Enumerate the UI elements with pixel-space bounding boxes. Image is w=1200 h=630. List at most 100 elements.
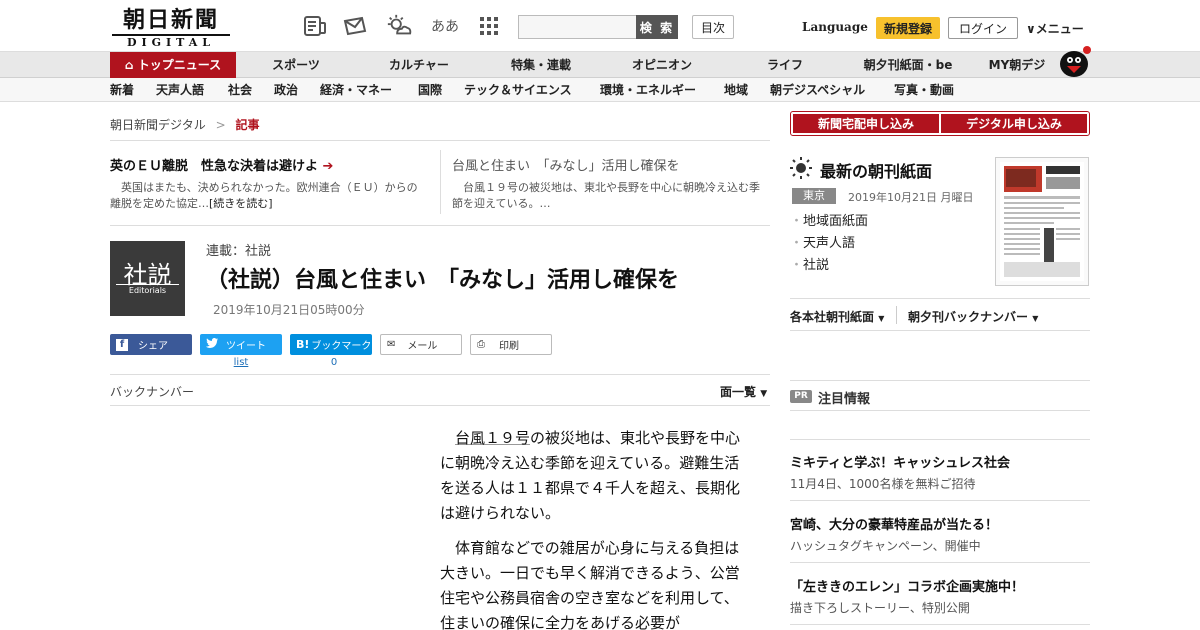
mascot-icon xyxy=(1058,44,1092,78)
menu-button[interactable]: ∨メニュー xyxy=(1026,20,1084,37)
twitter-share-button[interactable]: ツイート xyxy=(200,334,282,355)
nav2-new[interactable]: 新着 xyxy=(110,78,134,102)
nav-paper[interactable]: 朝夕刊紙面・be xyxy=(856,52,960,78)
paper-date: 2019年10月21日 月曜日 xyxy=(848,191,974,204)
nav-my-asahi[interactable]: MY朝デジ xyxy=(980,52,1054,78)
index-dropdown[interactable]: 面一覧 ▼ xyxy=(720,383,767,400)
envelope-icon: ✉ xyxy=(387,339,396,350)
nav2-special[interactable]: 朝デジスペシャル xyxy=(770,78,865,102)
twitter-count[interactable]: list xyxy=(200,357,282,368)
nav2-environment[interactable]: 環境・エネルギー xyxy=(600,78,696,102)
weather-icon[interactable] xyxy=(386,14,412,38)
related-article-1[interactable]: 英のＥＵ離脱 性急な決着は避けよ ➔ 英国はまたも、決められなかった。欧州連合（… xyxy=(110,155,428,212)
sun-icon xyxy=(790,157,812,179)
divider xyxy=(790,562,1090,563)
search-button[interactable]: 検 索 xyxy=(636,15,678,39)
menu-label: メニュー xyxy=(1035,22,1084,36)
logo-english: DIGITAL xyxy=(112,34,230,50)
related-article-2[interactable]: 台風と住まい 「みなし」活用し確保を 台風１９号の被災地は、東北や長野を中心に朝… xyxy=(452,155,770,212)
hatena-count: 0 xyxy=(330,357,338,368)
newspaper-subscribe-button[interactable]: 新聞宅配申し込み xyxy=(792,113,940,134)
arrow-right-icon: ➔ xyxy=(322,159,334,174)
article-date: 2019年10月21日05時00分 xyxy=(213,303,365,317)
paragraph: 体育館などでの雑居が心身に与える負担は大きい。一日でも早く解消できるよう、公営住… xyxy=(440,539,740,630)
mail-icon[interactable] xyxy=(342,14,368,38)
login-button[interactable]: ログイン xyxy=(948,17,1018,39)
print-button[interactable]: ⎙ 印刷 xyxy=(470,334,552,355)
share-label: シェア xyxy=(138,341,168,352)
series-label[interactable]: 連載：社説 xyxy=(206,240,271,259)
breadcrumb: 朝日新聞デジタル > 記事 xyxy=(110,116,260,133)
related-title: 台風と住まい 「みなし」活用し確保を xyxy=(452,159,680,174)
share-label: 印刷 xyxy=(499,341,519,352)
backnumber-link[interactable]: バックナンバー xyxy=(110,383,194,400)
pr-item-title: 「左ききのエレン」コラボ企画実施中！ xyxy=(790,580,1025,595)
search-input[interactable] xyxy=(518,15,638,39)
pr-title: 注目情報 xyxy=(818,392,871,407)
divider xyxy=(110,405,770,406)
caret-down-icon: ▼ xyxy=(878,314,885,323)
pr-item[interactable]: 「左ききのエレン」コラボ企画実施中！ 描き下ろしストーリー、特別公開 xyxy=(790,576,1090,616)
divider xyxy=(790,410,1090,411)
font-size-icon[interactable]: ああ xyxy=(430,14,460,38)
facebook-icon: f xyxy=(116,338,128,351)
paper-links: 地域面紙面 天声人語 社説 xyxy=(790,211,868,277)
caret-down-icon: ▼ xyxy=(1032,314,1039,323)
newspaper-thumbnail[interactable] xyxy=(995,157,1089,286)
site-logo[interactable]: 朝日新聞 DIGITAL xyxy=(112,8,230,50)
pr-item[interactable]: 宮崎、大分の豪華特産品が当たる！ ハッシュタグキャンペーン、開催中 xyxy=(790,514,1090,554)
read-more-link[interactable]: [続きを読む] xyxy=(209,197,273,210)
digital-subscribe-button[interactable]: デジタル申し込み xyxy=(940,113,1088,134)
article-body: 台風１９号の被災地は、東北や長野を中心に朝晩冷え込む季節を迎えている。避難生活を… xyxy=(440,426,746,630)
nav2-economy[interactable]: 経済・マネー xyxy=(320,78,392,102)
divider xyxy=(790,380,1090,381)
nav2-photo[interactable]: 写真・動画 xyxy=(894,78,954,102)
nav-opinion[interactable]: オピニオン xyxy=(620,52,704,78)
typhoon-link[interactable]: 台風１９号 xyxy=(455,429,530,447)
nav2-tech[interactable]: テック＆サイエンス xyxy=(464,78,572,102)
nav2-international[interactable]: 国際 xyxy=(418,78,442,102)
pr-item-title: 宮崎、大分の豪華特産品が当たる！ xyxy=(790,518,999,533)
facebook-share-button[interactable]: f シェア xyxy=(110,334,192,355)
breadcrumb-home[interactable]: 朝日新聞デジタル xyxy=(110,118,206,132)
paper-link-tensei[interactable]: 天声人語 xyxy=(790,233,868,255)
backnumber-dropdown[interactable]: 朝夕刊バックナンバー ▼ xyxy=(908,308,1038,325)
paper-link-editorial[interactable]: 社説 xyxy=(790,255,868,277)
pr-item[interactable]: ミキティと学ぶ！キャッシュレス社会 11月4日、1000名様を無料ご招待 xyxy=(790,452,1090,492)
nav2-region[interactable]: 地域 xyxy=(724,78,748,102)
dropdown-label: 各本社朝刊紙面 xyxy=(790,310,875,324)
share-label: メール xyxy=(407,341,438,352)
hatena-bookmark-button[interactable]: B! ブックマーク xyxy=(290,334,372,355)
divider xyxy=(790,298,1090,299)
breadcrumb-separator: > xyxy=(215,118,226,132)
nav-label: トップニュース xyxy=(137,58,222,72)
editorial-thumbnail: 社説 Editorials xyxy=(110,241,185,316)
paper-link-local[interactable]: 地域面紙面 xyxy=(790,211,868,233)
divider xyxy=(790,439,1090,440)
divider xyxy=(110,225,770,226)
caret-down-icon: ▼ xyxy=(760,389,768,399)
divider xyxy=(110,140,770,141)
chevron-down-icon: ∨ xyxy=(1026,22,1036,36)
pr-item-title: ミキティと学ぶ！キャッシュレス社会 xyxy=(790,456,1010,471)
nav2-society[interactable]: 社会 xyxy=(228,78,252,102)
nav-culture[interactable]: カルチャー xyxy=(374,52,464,78)
apps-grid-icon[interactable] xyxy=(476,14,502,38)
nav-features[interactable]: 特集・連載 xyxy=(500,52,582,78)
newspaper-icon[interactable] xyxy=(302,14,328,38)
signup-button[interactable]: 新規登録 xyxy=(876,17,940,39)
language-link[interactable]: Language xyxy=(802,20,868,34)
nav-sports[interactable]: スポーツ xyxy=(256,52,336,78)
nav2-tensei[interactable]: 天声人語 xyxy=(156,78,204,102)
pr-badge: PR xyxy=(790,390,812,403)
article-title: （社説）台風と住まい 「みなし」活用し確保を xyxy=(206,268,680,293)
nav2-politics[interactable]: 政治 xyxy=(274,78,298,102)
nav-life[interactable]: ライフ xyxy=(752,52,818,78)
related-title: 英のＥＵ離脱 性急な決着は避けよ xyxy=(110,159,319,174)
regional-paper-dropdown[interactable]: 各本社朝刊紙面 ▼ xyxy=(790,308,884,325)
toc-button[interactable]: 目次 xyxy=(692,15,734,39)
nav-top-news[interactable]: ⌂ トップニュース xyxy=(110,52,236,78)
latest-paper-title[interactable]: 最新の朝刊紙面 xyxy=(820,158,932,182)
primary-nav: ⌂ トップニュース スポーツ カルチャー 特集・連載 オピニオン ライフ 朝夕刊… xyxy=(0,46,1200,78)
mail-share-button[interactable]: ✉ メール xyxy=(380,334,462,355)
